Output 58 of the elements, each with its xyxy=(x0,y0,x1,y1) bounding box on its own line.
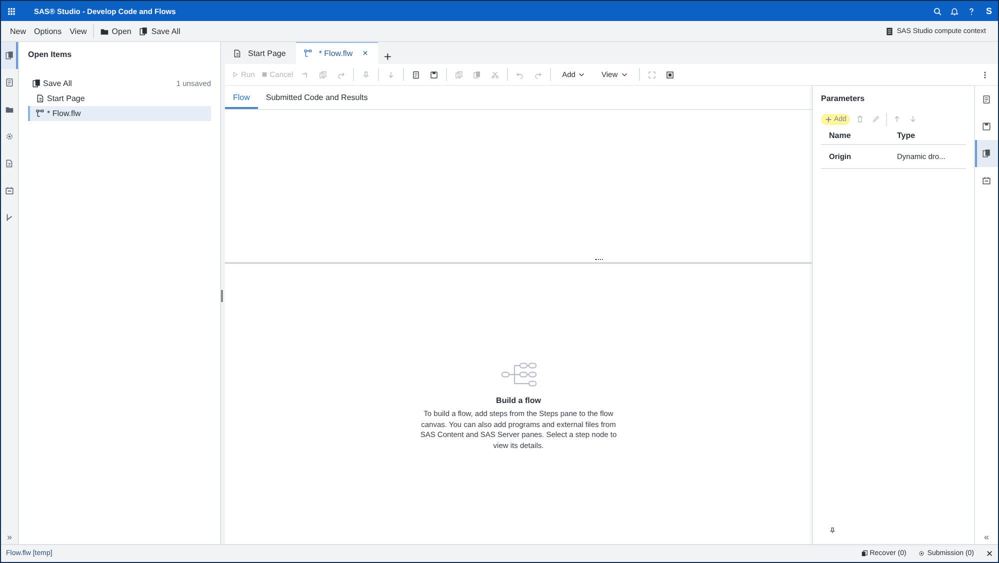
flow-icon xyxy=(304,48,313,58)
sub-tab[interactable]: Flow xyxy=(225,86,258,109)
chevron-down-icon xyxy=(620,71,628,78)
grid-icon[interactable] xyxy=(7,6,16,16)
bell-icon[interactable] xyxy=(950,6,959,16)
panel-title: Parameters xyxy=(821,93,866,105)
documents-icon xyxy=(139,26,148,36)
folder-icon xyxy=(5,105,14,114)
splitter-handle[interactable] xyxy=(221,290,223,302)
user-button[interactable]: S xyxy=(986,6,992,16)
splitter-handle[interactable] xyxy=(595,259,603,262)
pin-icon[interactable] xyxy=(829,527,836,534)
toolbar-button[interactable]: Open xyxy=(96,24,136,38)
save-all-button[interactable]: Save All xyxy=(32,78,72,88)
folder-icon xyxy=(100,26,109,36)
branch-icon xyxy=(5,213,14,222)
menu-item[interactable]: View xyxy=(66,24,91,38)
save-icon xyxy=(982,122,991,131)
play-icon xyxy=(232,71,239,78)
menu-item[interactable]: Options xyxy=(30,24,66,38)
help-icon[interactable] xyxy=(966,6,976,16)
toolbar-button[interactable]: Save All xyxy=(135,24,184,38)
save-icon[interactable] xyxy=(430,70,438,78)
gear-icon xyxy=(918,550,926,557)
search-icon[interactable] xyxy=(932,6,942,16)
editor-tab[interactable]: Start Page xyxy=(225,42,296,64)
menu-item[interactable]: New xyxy=(6,24,30,38)
column-header: Name xyxy=(821,129,889,145)
column-header: Type xyxy=(889,129,966,145)
flow-diagram-icon xyxy=(500,362,536,388)
new-tab-button[interactable]: + xyxy=(378,49,398,64)
editor-tab[interactable]: * Flow.flw × xyxy=(296,42,378,64)
close-icon[interactable] xyxy=(986,550,993,557)
page-icon xyxy=(5,159,14,168)
documents-icon xyxy=(32,78,41,88)
gear-icon xyxy=(5,132,14,141)
sub-tab[interactable]: Submitted Code and Results xyxy=(258,86,376,109)
document-icon xyxy=(5,78,14,87)
documents-icon xyxy=(5,51,14,60)
collapse-button[interactable]: « xyxy=(975,530,998,544)
open-item[interactable]: * Flow.flw xyxy=(28,106,211,121)
panel-title: Open Items xyxy=(28,49,73,61)
panel-icon[interactable] xyxy=(666,70,674,78)
plus-icon xyxy=(825,116,832,122)
chevron-down-icon xyxy=(578,71,586,78)
documents-icon xyxy=(982,149,991,158)
close-tab-button[interactable]: × xyxy=(362,48,368,58)
page-icon xyxy=(36,94,45,103)
document-icon xyxy=(982,95,991,104)
open-item[interactable]: Start Page xyxy=(28,91,211,106)
document-icon[interactable] xyxy=(412,70,420,78)
stop-icon xyxy=(260,71,268,78)
copy-icon xyxy=(860,550,868,557)
flow-icon xyxy=(36,109,45,118)
empty-state-title: Build a flow xyxy=(496,396,541,405)
page-icon xyxy=(233,48,242,58)
server-icon xyxy=(884,26,894,36)
expand-button[interactable]: » xyxy=(1,530,18,544)
